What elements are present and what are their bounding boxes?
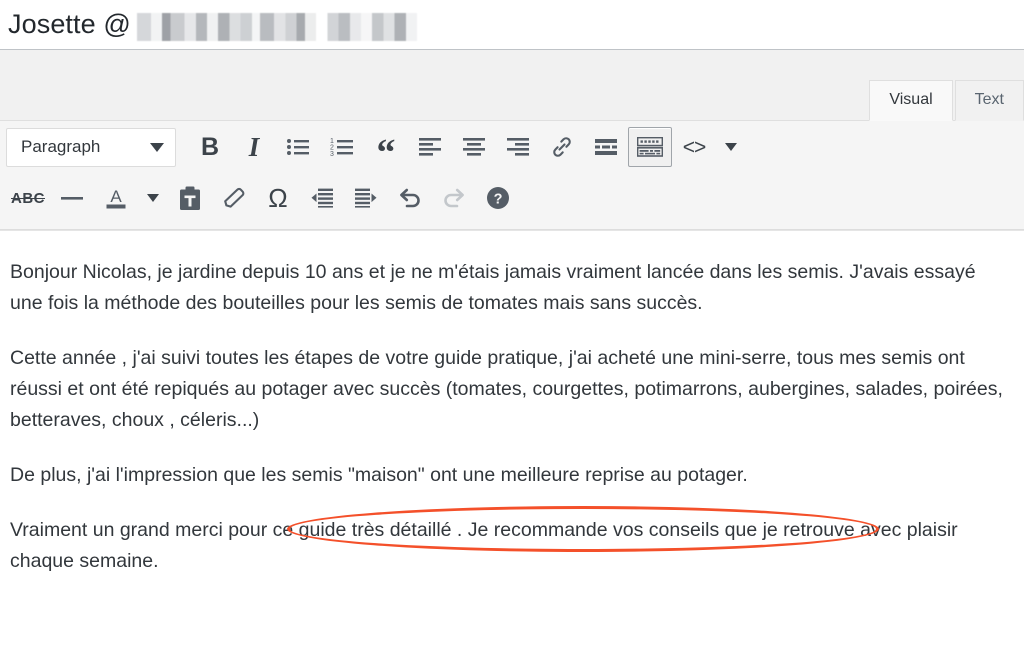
indent-icon bbox=[354, 188, 378, 208]
strikethrough-icon: ABC bbox=[11, 189, 45, 207]
outdent-icon bbox=[310, 188, 334, 208]
horizontal-rule-button[interactable] bbox=[50, 178, 94, 218]
read-more-icon bbox=[594, 138, 618, 156]
paste-as-text-icon bbox=[179, 186, 201, 211]
align-left-button[interactable] bbox=[408, 127, 452, 167]
svg-text:A: A bbox=[110, 187, 122, 206]
chevron-down-icon bbox=[147, 194, 159, 202]
align-left-icon bbox=[418, 137, 442, 157]
text-color-icon: A bbox=[103, 185, 129, 211]
undo-icon bbox=[397, 186, 423, 210]
paragraph-format-value: Paragraph bbox=[21, 137, 101, 156]
help-button[interactable]: ? bbox=[476, 178, 520, 218]
horizontal-rule-icon bbox=[60, 191, 84, 205]
toolbar-toggle-icon bbox=[637, 137, 663, 157]
chevron-down-icon bbox=[725, 143, 737, 151]
post-title-bar: Josette @ bbox=[0, 0, 1024, 49]
italic-button[interactable]: I bbox=[232, 127, 276, 167]
more-options-button[interactable] bbox=[716, 127, 746, 167]
svg-text:?: ? bbox=[494, 192, 503, 208]
bold-button[interactable]: B bbox=[188, 127, 232, 167]
editor-toolbar: Paragraph B I 1 2 3 “ <> ABC A Ω ? bbox=[0, 121, 1024, 230]
special-character-button[interactable]: Ω bbox=[256, 178, 300, 218]
read-more-button[interactable] bbox=[584, 127, 628, 167]
code-icon: <> bbox=[682, 135, 707, 159]
undo-button[interactable] bbox=[388, 178, 432, 218]
toolbar-toggle-button[interactable] bbox=[628, 127, 672, 167]
svg-text:3: 3 bbox=[330, 151, 334, 157]
blockquote-button[interactable]: “ bbox=[364, 127, 408, 174]
editor-container: Visual Text Paragraph B I 1 2 3 “ <> ABC… bbox=[0, 49, 1024, 231]
insert-link-button[interactable] bbox=[540, 127, 584, 167]
text-color-options-button[interactable] bbox=[138, 178, 168, 218]
clear-formatting-button[interactable] bbox=[212, 178, 256, 218]
toolbar-row-2: ABC A Ω ? bbox=[0, 173, 1024, 223]
numbered-list-button[interactable]: 1 2 3 bbox=[320, 127, 364, 167]
content-paragraph: Cette année , j'ai suivi toutes les étap… bbox=[10, 347, 1003, 431]
numbered-list-icon: 1 2 3 bbox=[330, 137, 354, 157]
align-right-button[interactable] bbox=[496, 127, 540, 167]
outdent-button[interactable] bbox=[300, 178, 344, 218]
post-title-text: Josette @ bbox=[8, 9, 131, 39]
paragraph-format-select[interactable]: Paragraph bbox=[6, 127, 176, 167]
content-paragraph: De plus, j'ai l'impression que les semis… bbox=[10, 464, 748, 486]
bold-icon: B bbox=[200, 132, 220, 161]
chevron-down-icon bbox=[150, 142, 164, 152]
redacted-title-block bbox=[136, 12, 417, 41]
eraser-icon bbox=[222, 186, 246, 210]
editor-tab-band: Visual Text bbox=[0, 50, 1024, 121]
code-button[interactable]: <> bbox=[672, 127, 716, 167]
italic-icon: I bbox=[248, 131, 260, 162]
blockquote-icon: “ bbox=[376, 131, 396, 174]
align-center-icon bbox=[462, 137, 486, 157]
special-character-icon: Ω bbox=[268, 183, 288, 213]
bulleted-list-icon bbox=[286, 137, 310, 157]
editor-content[interactable]: Bonjour Nicolas, je jardine depuis 10 an… bbox=[0, 231, 1024, 625]
redo-button[interactable] bbox=[432, 178, 476, 218]
toolbar-row-1: Paragraph B I 1 2 3 “ <> bbox=[0, 121, 1024, 173]
strikethrough-button[interactable]: ABC bbox=[6, 178, 50, 218]
align-right-icon bbox=[506, 137, 530, 157]
text-color-button[interactable]: A bbox=[94, 178, 138, 218]
redo-icon bbox=[441, 186, 467, 210]
tab-visual[interactable]: Visual bbox=[869, 80, 953, 121]
align-center-button[interactable] bbox=[452, 127, 496, 167]
content-paragraph: Vraiment un grand merci pour ce guide tr… bbox=[10, 519, 958, 572]
indent-button[interactable] bbox=[344, 178, 388, 218]
bulleted-list-button[interactable] bbox=[276, 127, 320, 167]
help-icon: ? bbox=[486, 186, 510, 210]
link-icon bbox=[550, 135, 574, 159]
content-paragraph: Bonjour Nicolas, je jardine depuis 10 an… bbox=[10, 261, 976, 314]
tab-text[interactable]: Text bbox=[954, 80, 1024, 121]
paste-as-text-button[interactable] bbox=[168, 178, 212, 218]
